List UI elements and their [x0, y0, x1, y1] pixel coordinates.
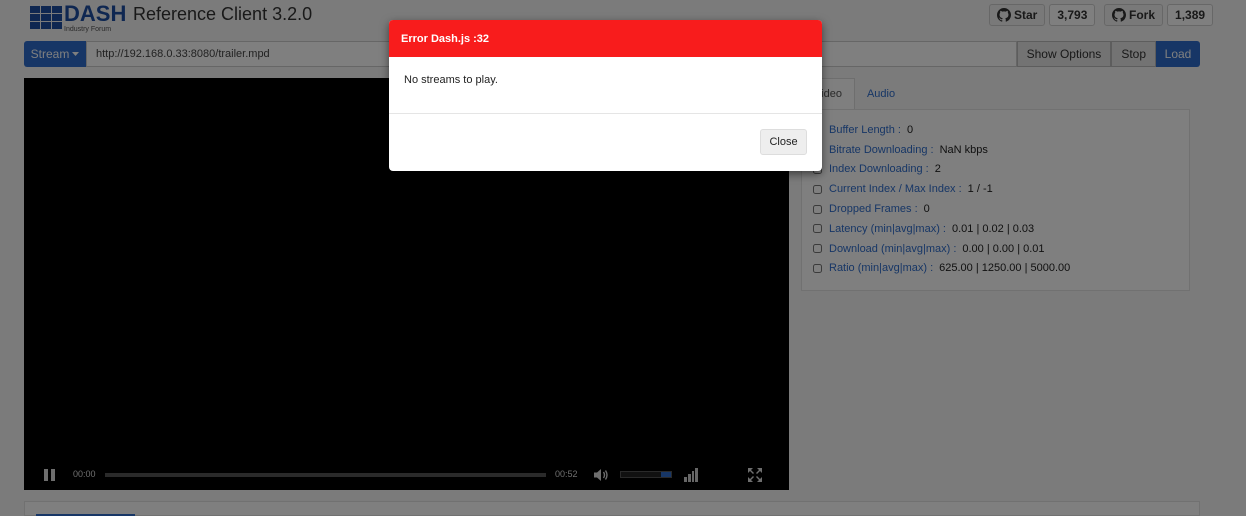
modal-body: No streams to play. [389, 57, 822, 114]
modal-message: No streams to play. [404, 74, 498, 86]
modal-header: Error Dash.js :32 [389, 20, 822, 57]
modal-footer: Close [389, 114, 822, 171]
close-button[interactable]: Close [760, 129, 807, 155]
modal-title: Error Dash.js :32 [401, 32, 490, 45]
error-modal: Error Dash.js :32 No streams to play. Cl… [389, 20, 822, 171]
